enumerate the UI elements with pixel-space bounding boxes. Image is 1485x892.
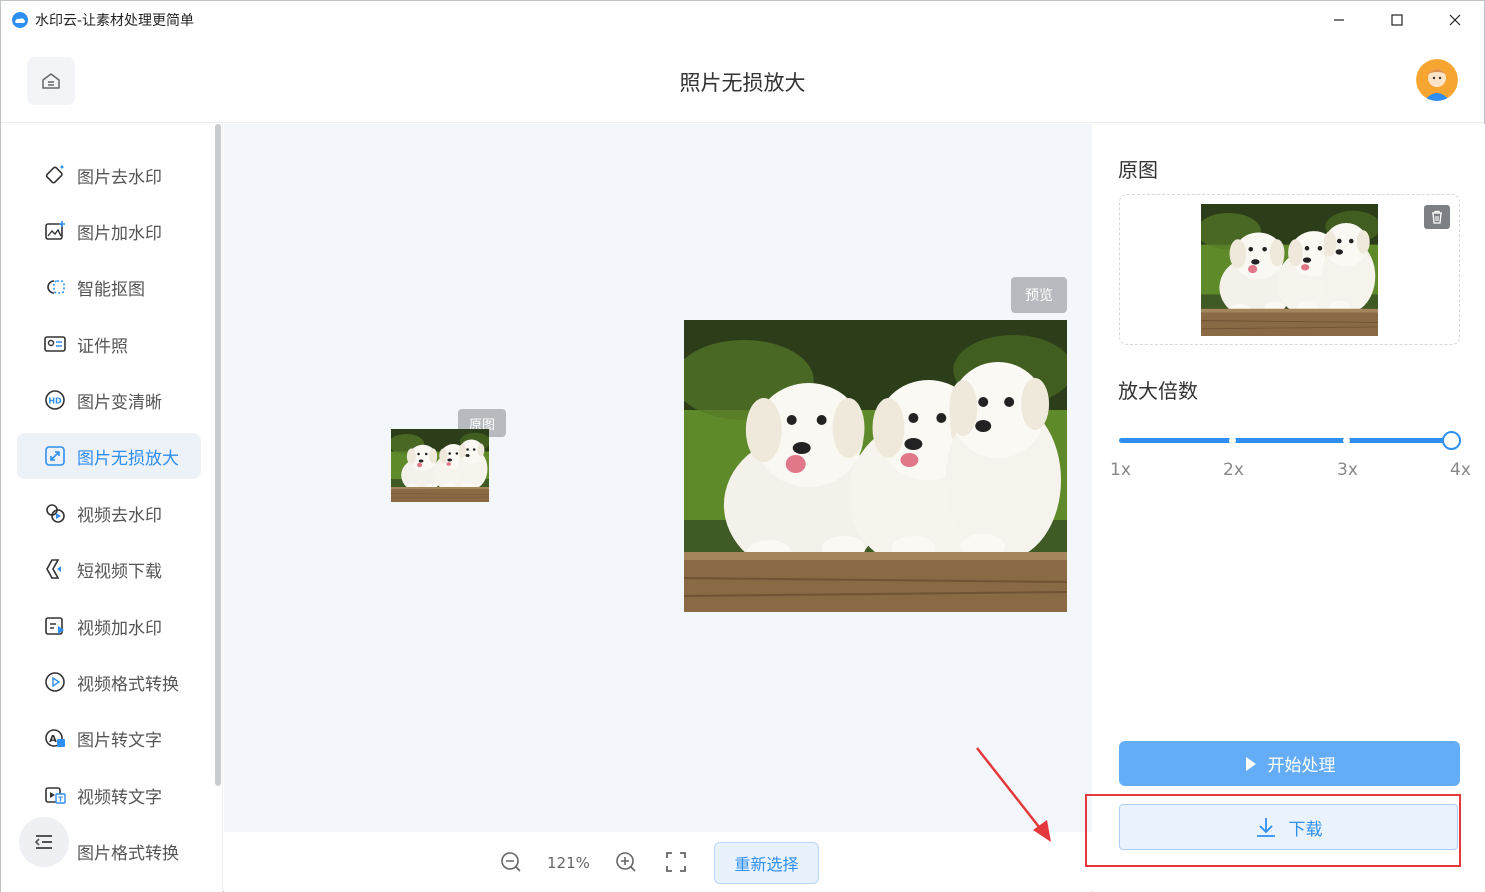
sidebar-item-label: 视频格式转换 <box>77 674 179 695</box>
cloud-logo-icon <box>11 11 29 29</box>
sidebar-item-video-add-watermark[interactable]: 视频加水印 <box>17 603 201 649</box>
window-controls <box>1310 1 1484 39</box>
sidebar-item-video-remove-watermark[interactable]: 视频去水印 <box>17 490 201 536</box>
video-eraser-icon <box>43 501 67 525</box>
preview-badge: 预览 <box>1011 277 1067 313</box>
image-add-icon <box>43 219 67 243</box>
sidebar-item-label: 图片加水印 <box>77 223 162 244</box>
slider-stop-2x <box>1229 437 1236 444</box>
scale-tick-3x: 3x <box>1337 460 1358 480</box>
original-thumbnail-image <box>391 429 489 502</box>
title-bar: 水印云-让素材处理更简单 <box>1 1 1484 39</box>
app-window: 水印云-让素材处理更简单 照片无损放大 图片去水印 图片加水印 智能抠图 证件照… <box>0 0 1485 892</box>
user-avatar[interactable] <box>1416 59 1458 101</box>
scale-slider[interactable] <box>1119 430 1461 460</box>
id-card-icon <box>43 332 67 356</box>
canvas-toolbar: 121% 重新选择 <box>224 832 1092 892</box>
sidebar-item-label: 智能抠图 <box>77 279 145 300</box>
sidebar-item-image-add-watermark[interactable]: 图片加水印 <box>17 208 201 254</box>
close-button[interactable] <box>1426 1 1484 39</box>
sidebar-item-smart-cutout[interactable]: 智能抠图 <box>17 264 201 310</box>
window-title: 水印云-让素材处理更简单 <box>35 13 195 29</box>
slider-track <box>1119 438 1454 443</box>
zoom-out-button[interactable] <box>499 850 523 874</box>
trash-icon <box>1432 210 1442 224</box>
zoom-in-button[interactable] <box>614 850 638 874</box>
collapse-menu-button[interactable] <box>19 817 69 867</box>
slider-thumb[interactable] <box>1442 431 1461 450</box>
menu-icon <box>34 835 52 849</box>
page-title: 照片无损放大 <box>679 71 806 95</box>
sidebar-item-label: 图片转文字 <box>77 730 162 751</box>
sidebar-item-label: 视频加水印 <box>77 618 162 639</box>
sidebar-item-label: 图片格式转换 <box>77 843 179 864</box>
play-icon <box>1245 756 1256 771</box>
original-image <box>1201 204 1378 336</box>
sidebar-item-label: 证件照 <box>77 336 128 357</box>
scale-tick-2x: 2x <box>1223 460 1244 480</box>
page-header: 照片无损放大 <box>1 39 1484 123</box>
scale-tick-4x: 4x <box>1450 460 1471 480</box>
fullscreen-icon <box>666 852 686 872</box>
maximize-icon <box>1391 14 1403 26</box>
fit-screen-button[interactable] <box>664 850 688 874</box>
sidebar-item-id-photo[interactable]: 证件照 <box>17 321 201 367</box>
sidebar-item-image-enlarge[interactable]: 图片无损放大 <box>17 433 201 479</box>
start-processing-label: 开始处理 <box>1267 756 1336 776</box>
delete-image-button[interactable] <box>1424 205 1450 229</box>
eraser-icon <box>43 163 67 187</box>
sidebar-item-image-sharpen[interactable]: HD 图片变清晰 <box>17 377 201 423</box>
preview-canvas: 原图 预览 <box>224 124 1092 832</box>
sidebar-item-label: 图片变清晰 <box>77 392 162 413</box>
zoom-level: 121% <box>547 854 590 872</box>
original-section-title: 原图 <box>1118 158 1158 182</box>
video-text-icon: T <box>43 783 67 807</box>
preview-image <box>684 320 1067 612</box>
video-add-icon <box>43 614 67 638</box>
annotation-arrow-icon <box>976 747 1051 842</box>
svg-text:HD: HD <box>48 397 62 406</box>
minimize-icon <box>1334 19 1344 21</box>
sidebar-item-video-format-convert[interactable]: 视频格式转换 <box>17 659 201 705</box>
close-icon <box>1449 14 1461 26</box>
zoom-in-icon <box>616 852 636 872</box>
sidebar-item-label: 短视频下载 <box>77 561 162 582</box>
enlarge-icon <box>43 444 67 468</box>
sidebar-item-label: 图片无损放大 <box>77 448 179 469</box>
video-download-icon <box>43 557 67 581</box>
minimize-button[interactable] <box>1310 1 1368 39</box>
sidebar-item-image-to-text[interactable]: A 图片转文字 <box>17 715 201 761</box>
scale-tick-1x: 1x <box>1110 460 1131 480</box>
sidebar-scrollbar[interactable] <box>215 124 221 786</box>
avatar-icon <box>1416 59 1458 101</box>
image-text-icon: A <box>43 726 67 750</box>
zoom-out-icon <box>501 852 521 872</box>
maximize-button[interactable] <box>1368 1 1426 39</box>
reselect-button[interactable]: 重新选择 <box>714 842 819 884</box>
original-image-box <box>1119 194 1460 345</box>
sidebar-item-label: 图片去水印 <box>77 167 162 188</box>
sidebar-item-image-remove-watermark[interactable]: 图片去水印 <box>17 152 201 198</box>
slider-stop-3x <box>1343 437 1350 444</box>
sidebar-item-video-to-text[interactable]: T 视频转文字 <box>17 772 201 818</box>
start-processing-button[interactable]: 开始处理 <box>1119 741 1460 786</box>
scale-section-title: 放大倍数 <box>1118 379 1198 403</box>
settings-panel: 原图 放大倍数 1x 2x 3x 4x 开始处理 下载 <box>1093 124 1485 892</box>
cutout-icon <box>43 275 67 299</box>
hd-icon: HD <box>43 388 67 412</box>
sidebar-item-label: 视频转文字 <box>77 787 162 808</box>
sidebar-item-video-download[interactable]: 短视频下载 <box>17 546 201 592</box>
sidebar: 图片去水印 图片加水印 智能抠图 证件照 HD 图片变清晰 图片无损放大 视频去… <box>1 124 223 892</box>
play-circle-icon <box>43 670 67 694</box>
annotation-highlight-box <box>1085 794 1461 867</box>
svg-text:T: T <box>58 796 63 804</box>
svg-text:A: A <box>49 734 57 745</box>
sidebar-item-label: 视频去水印 <box>77 505 162 526</box>
